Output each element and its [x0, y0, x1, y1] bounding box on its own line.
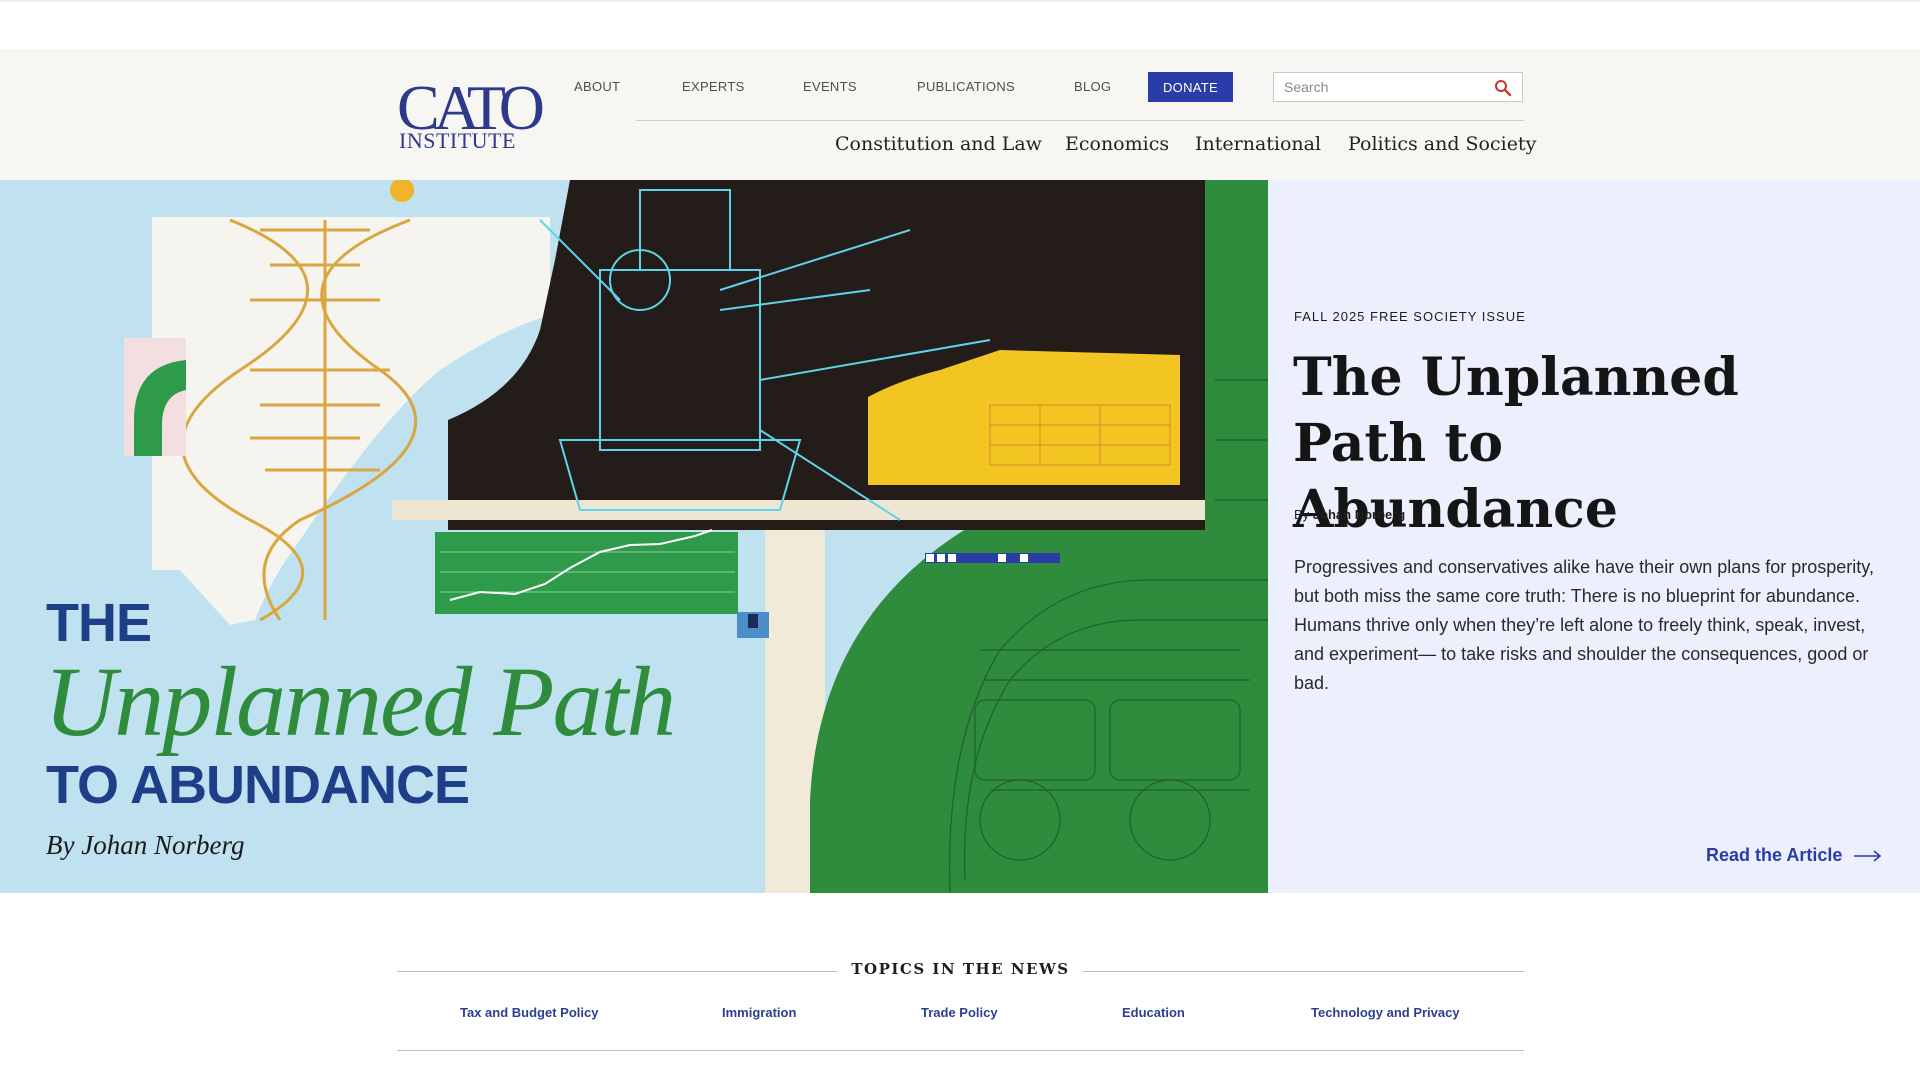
- byline-prefix: By: [1294, 507, 1310, 522]
- search-input[interactable]: [1274, 73, 1489, 101]
- art-title-unplanned-path: Unplanned Path: [44, 646, 676, 757]
- top-strip: [0, 0, 1920, 49]
- topic-tax-and-budget-policy[interactable]: Tax and Budget Policy: [460, 1005, 598, 1020]
- nav-publications[interactable]: PUBLICATIONS: [917, 79, 1015, 94]
- donate-button[interactable]: DONATE: [1148, 72, 1233, 102]
- nav-events[interactable]: EVENTS: [803, 79, 857, 94]
- header-divider: [636, 120, 1524, 121]
- topic-immigration[interactable]: Immigration: [722, 1005, 796, 1020]
- nav-blog[interactable]: BLOG: [1074, 79, 1111, 94]
- topic-technology-and-privacy[interactable]: Technology and Privacy: [1311, 1005, 1460, 1020]
- hero-byline: By Johan Norberg: [1294, 507, 1405, 522]
- art-title-to-abundance: TO ABUNDANCE: [46, 755, 470, 815]
- topic-trade-policy[interactable]: Trade Policy: [921, 1005, 998, 1020]
- nav-about[interactable]: ABOUT: [574, 79, 620, 94]
- cato-logo[interactable]: CATO INSTITUTE: [397, 76, 545, 155]
- hero-feature: THE Unplanned Path TO ABUNDANCE By Johan…: [0, 180, 1920, 893]
- topic-education[interactable]: Education: [1122, 1005, 1185, 1020]
- art-title-the: THE: [46, 593, 152, 653]
- search-box: [1273, 72, 1523, 102]
- hero-illustration[interactable]: THE Unplanned Path TO ABUNDANCE By Johan…: [0, 180, 1268, 893]
- nav-politics-and-society[interactable]: Politics and Society: [1348, 133, 1536, 155]
- read-article-label: Read the Article: [1706, 845, 1843, 865]
- nav-economics[interactable]: Economics: [1065, 133, 1169, 155]
- nav-constitution-and-law[interactable]: Constitution and Law: [835, 133, 1042, 155]
- topics-heading: TOPICS IN THE NEWS: [851, 960, 1070, 978]
- topics-bottom-rule: [397, 1050, 1524, 1051]
- hero-text-panel: FALL 2025 FREE SOCIETY ISSUE The Unplann…: [1268, 180, 1920, 893]
- issue-eyebrow: FALL 2025 FREE SOCIETY ISSUE: [1294, 309, 1526, 324]
- read-article-link[interactable]: Read the Article: [1706, 845, 1882, 866]
- author-link[interactable]: Johan Norberg: [1313, 507, 1405, 522]
- nav-experts[interactable]: EXPERTS: [682, 79, 745, 94]
- hero-description: Progressives and conservatives alike hav…: [1294, 557, 1874, 693]
- logo-subtitle: INSTITUTE: [399, 128, 516, 153]
- art-byline: By Johan Norberg: [46, 830, 245, 860]
- magnifier-icon[interactable]: [1494, 79, 1512, 97]
- arrow-right-icon: [1854, 849, 1882, 862]
- nav-international[interactable]: International: [1195, 133, 1321, 155]
- site-header: CATO INSTITUTE ABOUT EXPERTS EVENTS PUBL…: [0, 49, 1920, 180]
